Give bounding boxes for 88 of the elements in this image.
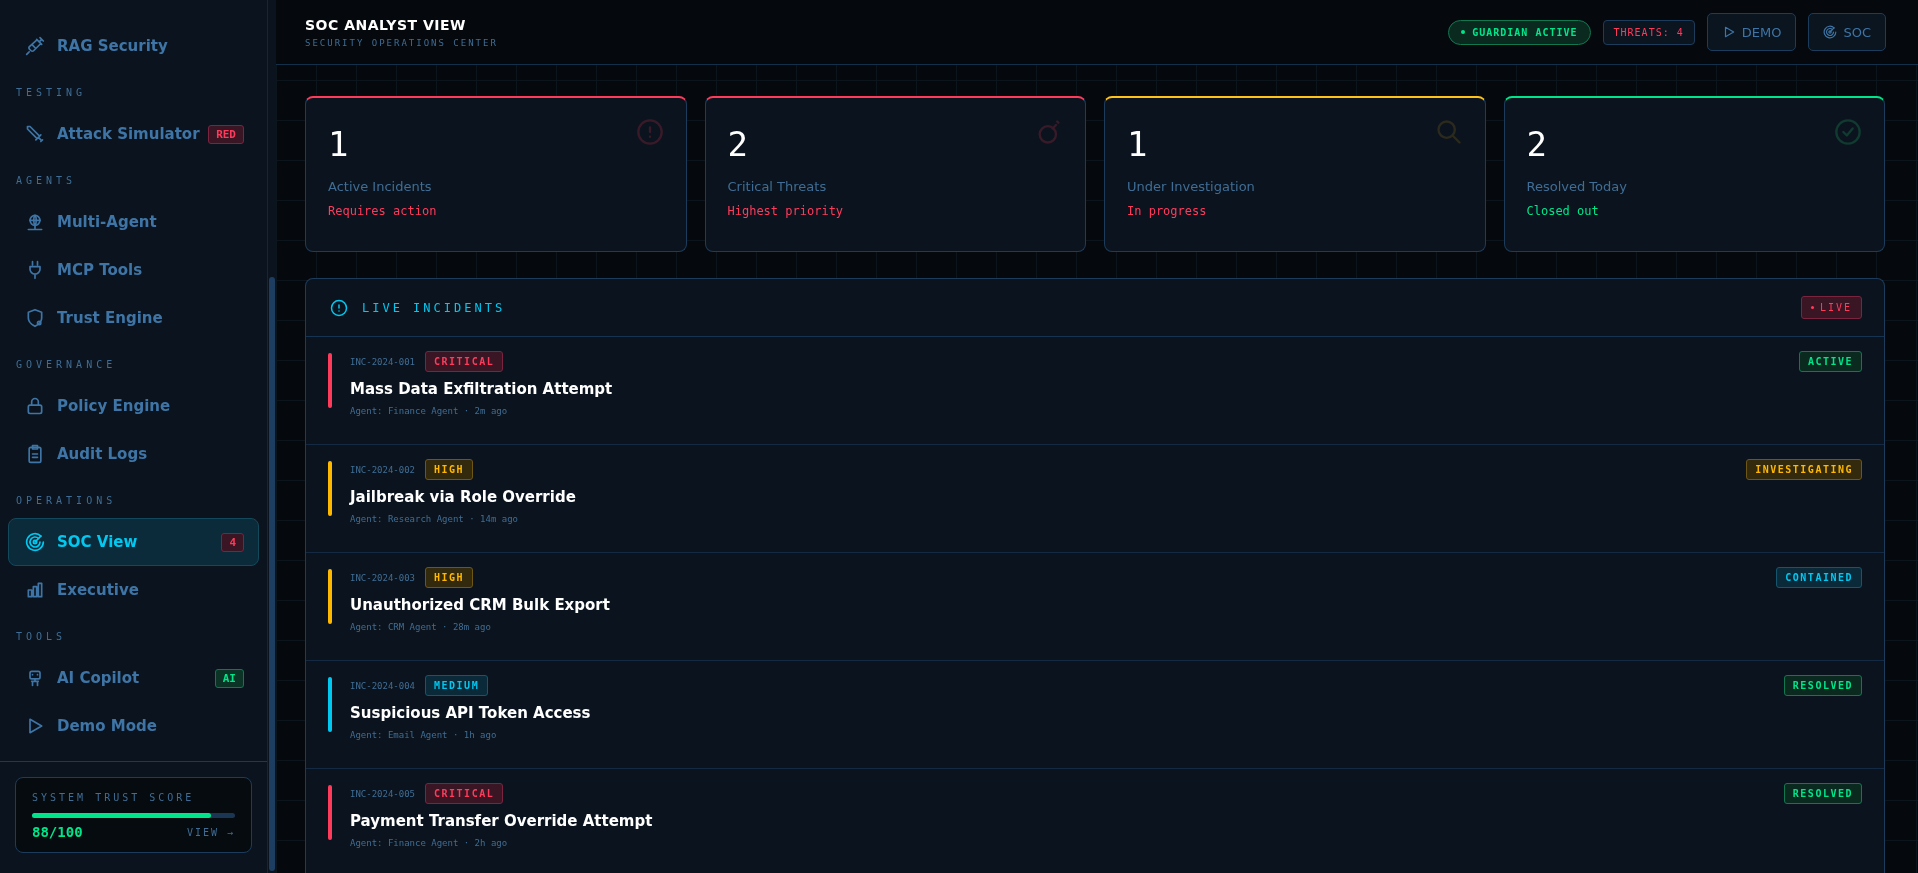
trust-score-value: 88/100	[32, 824, 83, 840]
nav-badge: AI	[214, 668, 244, 688]
stat-label: Under Investigation	[1127, 179, 1256, 195]
incident-row[interactable]: INC-2024-001 CRITICAL Mass Data Exfiltration Attempt Agent: Finance Agent · 2m ago ACTIVE	[306, 337, 1884, 445]
radar-icon	[1823, 25, 1838, 39]
incident-meta: Agent: Email Agent · 1h ago	[350, 730, 498, 740]
incident-meta: Agent: Finance Agent · 2h ago	[350, 838, 509, 848]
nav-item[interactable]: Policy Engine	[8, 382, 259, 430]
incident-meta: Agent: Research Agent · 14m ago	[350, 514, 519, 524]
nav-item[interactable]: RAG Security	[8, 22, 259, 70]
incident-meta: Agent: CRM Agent · 28m ago	[350, 622, 492, 632]
severity-badge: CRITICAL	[425, 783, 504, 804]
threats-badge: THREATS: 4	[1602, 19, 1695, 45]
guardian-label: GUARDIAN ACTIVE	[1472, 26, 1578, 38]
incident-id: INC-2024-002	[350, 464, 416, 475]
nav-item[interactable]: Executive	[8, 566, 259, 614]
section-label: OPERATIONS	[15, 494, 118, 508]
check-circle-icon	[1834, 118, 1862, 146]
panel-title: LIVE INCIDENTS	[362, 300, 507, 315]
trust-score-label: SYSTEM TRUST SCORE	[32, 792, 196, 803]
lock-icon	[25, 396, 45, 416]
clipboard-icon	[25, 444, 45, 464]
nav-item[interactable]: Multi-Agent	[8, 198, 259, 246]
incident-id: INC-2024-003	[350, 572, 416, 583]
stat-note: In progress	[1127, 204, 1208, 219]
status-badge: RESOLVED	[1783, 783, 1862, 804]
incident-id: INC-2024-005	[350, 788, 416, 799]
status-badge: ACTIVE	[1798, 351, 1862, 372]
stat-note: Highest priority	[727, 204, 845, 219]
stat-label: Active Incidents	[328, 179, 433, 195]
incident-id: INC-2024-001	[350, 356, 416, 367]
incident-title: Jailbreak via Role Override	[350, 488, 577, 506]
severity-badge: HIGH	[425, 459, 474, 480]
globe-icon	[25, 212, 45, 232]
severity-badge: CRITICAL	[425, 351, 504, 372]
stat-note: Closed out	[1526, 204, 1600, 219]
shield-icon	[25, 308, 45, 328]
stat-value: 1	[1127, 126, 1148, 164]
incident-title: Mass Data Exfiltration Attempt	[350, 380, 614, 398]
status-badge: INVESTIGATING	[1746, 459, 1862, 480]
stat-value: 1	[328, 126, 349, 164]
incident-title: Unauthorized CRM Bulk Export	[350, 596, 611, 614]
incident-title: Payment Transfer Override Attempt	[350, 812, 654, 830]
alert-circle-icon	[635, 118, 664, 146]
stat-value: 2	[1526, 126, 1547, 164]
header-button[interactable]: DEMO	[1706, 13, 1797, 51]
section-label: TOOLS	[15, 630, 68, 644]
status-badge: RESOLVED	[1783, 675, 1862, 696]
scrollbar[interactable]	[268, 0, 276, 873]
nav-item[interactable]: AI Copilot AI	[8, 654, 259, 702]
incident-row[interactable]: INC-2024-004 MEDIUM Suspicious API Token Access Agent: Email Agent · 1h ago RESOLVED	[306, 661, 1884, 769]
page-subtitle: SECURITY OPERATIONS CENTER	[305, 37, 498, 48]
section-label: TESTING	[15, 86, 88, 100]
severity-badge: MEDIUM	[425, 675, 489, 696]
nav-item[interactable]: Trust Engine	[8, 294, 259, 342]
incident-title: Suspicious API Token Access	[350, 704, 592, 722]
live-badge: LIVE	[1800, 296, 1862, 319]
nav-item[interactable]: SOC View 4	[8, 518, 259, 566]
severity-badge: HIGH	[425, 567, 474, 588]
section-label: AGENTS	[15, 174, 78, 188]
incident-row[interactable]: INC-2024-003 HIGH Unauthorized CRM Bulk Export Agent: CRM Agent · 28m ago CONTAINED	[306, 553, 1884, 661]
sword-icon	[25, 124, 45, 144]
header-button[interactable]: SOC	[1808, 13, 1886, 51]
radar-icon	[25, 532, 45, 552]
nav-item[interactable]: Demo Mode	[8, 702, 259, 750]
section-label: GOVERNANCE	[15, 358, 118, 372]
stat-label: Resolved Today	[1526, 179, 1628, 195]
stat-value: 2	[727, 126, 748, 164]
status-dot	[1461, 30, 1466, 34]
stat-note: Requires action	[328, 204, 438, 219]
alert-circle-icon	[330, 298, 348, 317]
status-badge: CONTAINED	[1776, 567, 1862, 588]
stat-label: Critical Threats	[727, 179, 828, 195]
syringe-icon	[25, 36, 45, 56]
bar-chart-icon	[25, 580, 45, 600]
incident-row[interactable]: INC-2024-002 HIGH Jailbreak via Role Override Agent: Research Agent · 14m ago INVESTIGATING	[306, 445, 1884, 553]
nav-badge: 4	[221, 532, 244, 552]
search-icon	[1434, 118, 1463, 146]
nav-badge: RED	[208, 124, 244, 144]
incident-row[interactable]: INC-2024-005 CRITICAL Payment Transfer Override Attempt Agent: Finance Agent · 2h ago RESOLVED	[306, 769, 1884, 873]
nav-item[interactable]: Audit Logs	[8, 430, 259, 478]
nav-item[interactable]: MCP Tools	[8, 246, 259, 294]
incident-id: INC-2024-004	[350, 680, 416, 691]
page-title: SOC ANALYST VIEW	[305, 16, 467, 33]
nav-item[interactable]: Attack Simulator RED	[8, 110, 259, 158]
incident-meta: Agent: Finance Agent · 2m ago	[350, 406, 509, 416]
scrollbar-thumb[interactable]	[269, 277, 275, 871]
view-link[interactable]: VIEW →	[186, 826, 235, 838]
